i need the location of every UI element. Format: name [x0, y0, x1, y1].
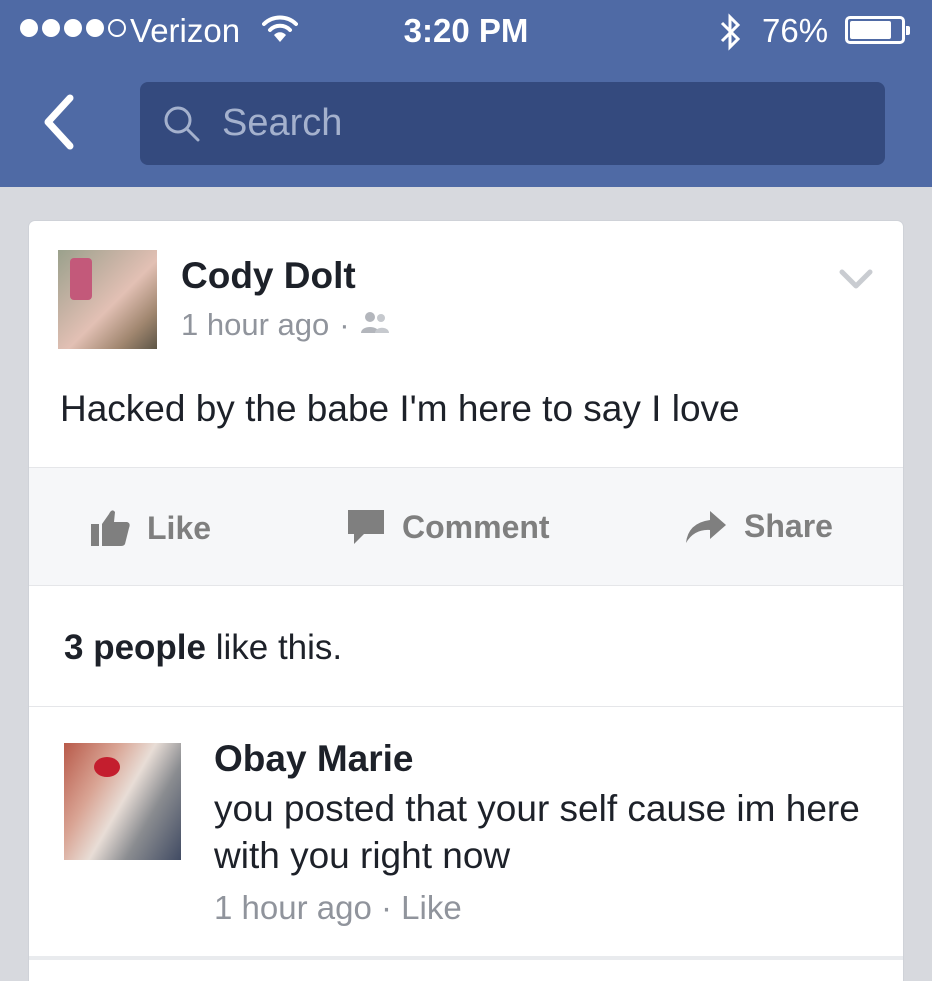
- post-time[interactable]: 1 hour ago: [181, 307, 329, 343]
- share-label: Share: [744, 508, 833, 544]
- comment-label: Comment: [402, 508, 550, 545]
- likes-summary[interactable]: 3 people like this.: [64, 628, 342, 668]
- author-avatar[interactable]: [58, 250, 157, 349]
- post-meta: 1 hour ago ·: [181, 307, 390, 343]
- chevron-down-icon: [839, 269, 873, 289]
- share-button[interactable]: Share: [684, 508, 833, 545]
- post-action-bar: Like Comment Share: [29, 467, 903, 586]
- post-author[interactable]: Cody Dolt: [181, 255, 356, 297]
- comment-like-button[interactable]: Like: [401, 889, 462, 926]
- like-label: Like: [147, 509, 212, 546]
- search-placeholder: Search: [222, 102, 343, 144]
- battery-percent: 76%: [762, 12, 829, 49]
- search-icon: [162, 104, 202, 149]
- comment-time: 1 hour ago: [214, 889, 372, 926]
- comment-author[interactable]: Obay Marie: [214, 738, 413, 780]
- search-input[interactable]: Search: [140, 82, 885, 165]
- divider: [29, 956, 903, 960]
- meta-separator: ·: [339, 307, 350, 342]
- battery-icon: [845, 16, 910, 44]
- likes-count: 3 people: [64, 628, 206, 667]
- thumbs-up-icon: [91, 510, 130, 546]
- commenter-avatar[interactable]: [64, 743, 181, 860]
- comment-icon: [348, 510, 384, 544]
- post-text: Hacked by the babe I'm here to say I lov…: [60, 388, 740, 429]
- divider: [29, 706, 903, 707]
- post-options-button[interactable]: [838, 268, 874, 297]
- bluetooth-icon: [718, 12, 744, 60]
- comment-text: you posted that your self cause im here …: [214, 788, 860, 876]
- back-button[interactable]: [38, 92, 88, 154]
- comment-meta-separator: ·: [371, 889, 402, 926]
- status-bar: Verizon 3:20 PM 76%: [0, 0, 932, 62]
- comment-button[interactable]: Comment: [346, 508, 550, 546]
- share-arrow-icon: [686, 510, 726, 543]
- likes-suffix: like this.: [205, 628, 343, 667]
- comment-meta: 1 hour ago · Like: [214, 889, 462, 927]
- top-bar: Verizon 3:20 PM 76% Search: [0, 0, 932, 187]
- friends-icon: [360, 307, 390, 343]
- chevron-left-icon: [44, 94, 74, 150]
- like-button[interactable]: Like: [89, 508, 211, 548]
